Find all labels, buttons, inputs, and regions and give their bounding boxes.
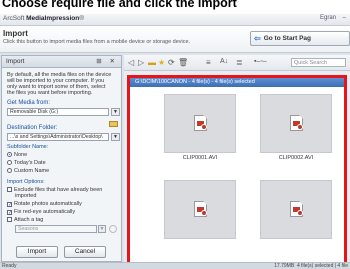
folder-icon[interactable]: ▬ — [148, 58, 156, 67]
chevron-down-icon[interactable]: ▼ — [111, 133, 120, 141]
checkbox-checked[interactable]: ✓ — [7, 202, 12, 208]
video-file-icon — [290, 115, 303, 131]
caption-banner: Choose require file and click the import — [0, 0, 350, 14]
panel-header: Import ⊞ ✕ — [2, 56, 121, 68]
filter-icon[interactable]: ≣ — [236, 58, 243, 67]
subfolder-label: Subfolder Name: — [7, 144, 49, 150]
size-slider-icon[interactable]: ▪–◦– — [254, 58, 267, 65]
title-bar: ArcSoft MediaImpression® Egran – — [0, 14, 350, 26]
page-title: Import — [3, 29, 28, 38]
thumbnail-caption: CLIP0002.AVI — [278, 155, 314, 161]
browser-area: ◁ ▷ ▬ ★ ⟳ 🗑 ≡ A↓ ≣ ▪–◦– Quick Search G:\… — [124, 55, 350, 265]
page-header: Import Click this button to import media… — [0, 26, 350, 53]
video-file-icon — [194, 201, 207, 217]
arrow-left-icon: ⇦ — [254, 34, 261, 43]
radio[interactable] — [7, 160, 12, 165]
forward-icon[interactable]: ▷ — [138, 58, 144, 67]
view-icon[interactable]: ≡ — [206, 58, 211, 67]
get-media-label: Get Media from: — [7, 100, 51, 106]
option-tag[interactable]: Attach a tag — [7, 217, 43, 223]
thumbnail-grid: G:\DCIM\100CANON - 4 file(s) - 4 file(s)… — [127, 75, 347, 265]
app-title: ArcSoft MediaImpression® — [3, 15, 85, 22]
thumbnail[interactable] — [260, 180, 332, 239]
subfolder-option-custom[interactable]: Custom Name — [7, 168, 49, 174]
sort-icon[interactable]: A↓ — [220, 58, 228, 65]
folder-group-bar[interactable]: G:\DCIM\100CANON - 4 file(s) - 4 file(s)… — [130, 78, 344, 87]
delete-icon[interactable]: 🗑 — [178, 58, 188, 67]
chevron-down-icon[interactable]: ▼ — [98, 225, 106, 233]
media-source-select[interactable]: Removable Disk (G:) — [7, 108, 109, 116]
video-file-icon — [194, 115, 207, 131]
thumbnail-caption: CLIP0001.AVI — [182, 155, 218, 161]
import-panel: Import ⊞ ✕ By default, all the media fil… — [1, 55, 122, 262]
user-link[interactable]: Egran — [320, 15, 336, 21]
radio[interactable] — [7, 168, 12, 173]
status-bar: Ready 17.79MB 4 file(s) selected | 4 fil… — [0, 262, 350, 269]
go-to-start-page-button[interactable]: ⇦ Go to Start Pag — [250, 31, 350, 46]
subfolder-option-date[interactable]: Today's Date — [7, 160, 46, 166]
radio-selected[interactable] — [7, 152, 12, 157]
status-text: Ready — [2, 263, 17, 269]
option-redeye[interactable]: ✓ Fix red-eye automatically — [7, 209, 75, 216]
panel-title: Import — [6, 58, 25, 65]
page-subtitle: Click this button to import media files … — [3, 39, 191, 45]
option-rotate[interactable]: ✓ Rotate photos automatically — [7, 201, 82, 208]
thumbnail[interactable] — [164, 180, 236, 239]
panel-dock-close-icon[interactable]: ⊞ ✕ — [96, 57, 118, 65]
thumbnail[interactable] — [260, 94, 332, 153]
option-exclude-cont: imported — [15, 193, 37, 199]
intro-line: the files you want before importing. — [7, 90, 93, 96]
app-window: ArcSoft MediaImpression® Egran – Import … — [0, 14, 350, 269]
status-selection: 17.79MB 4 file(s) selected | 4 file — [274, 263, 348, 269]
tag-add-icon[interactable] — [109, 225, 117, 233]
refresh-icon[interactable]: ⟳ — [168, 58, 175, 67]
browser-toolbar: ◁ ▷ ▬ ★ ⟳ 🗑 ≡ A↓ ≣ ▪–◦– Quick Search — [124, 55, 350, 71]
thumbnail[interactable] — [164, 94, 236, 153]
subfolder-option-none[interactable]: None — [7, 152, 27, 158]
destination-label: Destination Folder: — [7, 125, 58, 131]
folder-icon[interactable] — [109, 121, 118, 127]
back-icon[interactable]: ◁ — [128, 58, 134, 67]
search-input[interactable]: Quick Search — [291, 58, 346, 67]
minimize-button[interactable]: – — [343, 15, 346, 21]
checkbox-checked[interactable]: ✓ — [7, 210, 12, 216]
checkbox[interactable] — [7, 187, 12, 192]
favorite-icon[interactable]: ★ — [158, 58, 165, 67]
checkbox[interactable] — [7, 217, 12, 222]
start-button-label: Go to Start Pag — [263, 35, 312, 42]
tag-select[interactable]: Seasons — [15, 225, 97, 233]
cancel-button[interactable]: Cancel — [64, 246, 106, 258]
import-button[interactable]: Import — [16, 246, 58, 258]
caption-text: Choose require file and click the import — [2, 0, 237, 10]
import-options-label: Import Options: — [7, 179, 45, 185]
chevron-down-icon[interactable]: ▼ — [111, 108, 120, 116]
destination-field[interactable]: ...\s and Settings\Administrator\Desktop… — [7, 133, 109, 141]
video-file-icon — [290, 201, 303, 217]
